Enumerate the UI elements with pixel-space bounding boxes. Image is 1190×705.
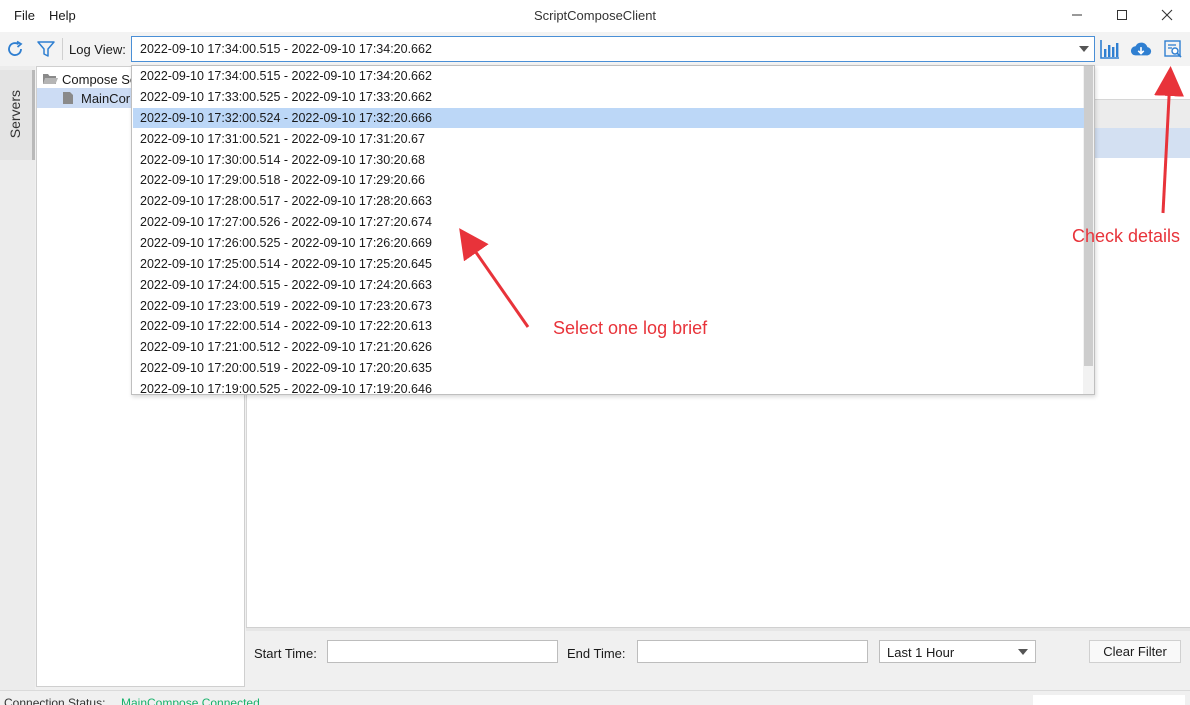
refresh-button[interactable] [4,38,26,60]
end-time-input[interactable] [637,640,868,663]
chart-button[interactable] [1099,38,1121,60]
time-range-value: Last 1 Hour [887,645,955,660]
dropdown-item[interactable]: 2022-09-10 17:25:00.514 - 2022-09-10 17:… [133,254,1084,274]
log-view-selected: 2022-09-10 17:34:00.515 - 2022-09-10 17:… [140,42,432,56]
dropdown-item[interactable]: 2022-09-10 17:28:00.517 - 2022-09-10 17:… [133,191,1084,211]
log-view-label: Log View: [69,42,126,57]
time-range-select[interactable]: Last 1 Hour [879,640,1036,663]
minimize-button[interactable] [1054,0,1100,30]
refresh-icon [8,40,23,56]
maximize-icon [1117,10,1127,20]
end-time-label: End Time: [567,646,626,661]
close-icon [1161,9,1173,21]
clear-filter-button[interactable]: Clear Filter [1089,640,1181,663]
menu-file[interactable]: File [14,8,35,23]
filter-icon [37,41,55,57]
minimize-icon [1072,14,1082,16]
chart-icon [1100,40,1119,59]
dropdown-item[interactable]: 2022-09-10 17:34:00.515 - 2022-09-10 17:… [133,66,1084,86]
window-title: ScriptComposeClient [533,8,657,23]
close-button[interactable] [1144,0,1190,30]
status-bar: Connection Status: MainCompose Connected [0,690,1190,705]
toolbar: Log View: 2022-09-10 17:34:00.515 - 2022… [0,32,1190,66]
log-view-combobox[interactable]: 2022-09-10 17:34:00.515 - 2022-09-10 17:… [131,36,1095,62]
tree-item-root-label: Compose Se [62,71,138,87]
status-panel [1033,695,1185,705]
dropdown-item[interactable]: 2022-09-10 17:20:00.519 - 2022-09-10 17:… [133,358,1084,378]
cloud-download-icon [1130,42,1152,56]
connection-status-value: MainCompose Connected [121,696,260,705]
filter-bar: Start Time: End Time: Last 1 Hour Clear … [246,631,1190,687]
dropdown-item[interactable]: 2022-09-10 17:30:00.514 - 2022-09-10 17:… [133,150,1084,170]
dropdown-item[interactable]: 2022-09-10 17:27:00.526 - 2022-09-10 17:… [133,212,1084,232]
toolbar-separator [62,38,63,60]
tab-servers[interactable]: Servers [0,70,35,160]
dropdown-item[interactable]: 2022-09-10 17:21:00.512 - 2022-09-10 17:… [133,337,1084,357]
dropdown-item[interactable]: 2022-09-10 17:23:00.519 - 2022-09-10 17:… [133,296,1084,316]
folder-open-icon [43,74,58,84]
start-time-label: Start Time: [254,646,317,661]
dropdown-item[interactable]: 2022-09-10 17:29:00.518 - 2022-09-10 17:… [133,170,1084,190]
dropdown-item[interactable]: 2022-09-10 17:19:00.525 - 2022-09-10 17:… [133,379,1084,394]
dropdown-item[interactable]: 2022-09-10 17:33:00.525 - 2022-09-10 17:… [133,87,1084,107]
file-icon [63,92,73,104]
dropdown-item[interactable]: 2022-09-10 17:32:00.524 - 2022-09-10 17:… [133,108,1084,128]
log-view-dropdown: 2022-09-10 17:34:00.515 - 2022-09-10 17:… [131,65,1095,395]
chevron-down-icon [1018,649,1028,655]
menu-help[interactable]: Help [49,8,76,23]
download-button[interactable] [1130,38,1152,60]
dropdown-item[interactable]: 2022-09-10 17:31:00.521 - 2022-09-10 17:… [133,129,1084,149]
check-details-annotation: Check details [1072,226,1181,246]
dropdown-item[interactable]: 2022-09-10 17:26:00.525 - 2022-09-10 17:… [133,233,1084,253]
check-details-button[interactable] [1162,38,1184,60]
check-details-icon [1164,40,1182,58]
tab-servers-label: Servers [7,90,23,139]
select-log-annotation: Select one log brief [553,318,708,338]
title-bar: File Help ScriptComposeClient [0,0,1190,32]
dropdown-item[interactable]: 2022-09-10 17:24:00.515 - 2022-09-10 17:… [133,275,1084,295]
chevron-down-icon [1079,46,1089,52]
tree-item-maincompose-label: MainCor [81,90,131,106]
connection-status-label: Connection Status: [4,696,106,705]
dropdown-scrollbar-thumb[interactable] [1084,66,1093,366]
side-tab-bar: Servers [0,66,35,690]
maximize-button[interactable] [1099,0,1145,30]
start-time-input[interactable] [327,640,558,663]
filter-button[interactable] [35,38,57,60]
